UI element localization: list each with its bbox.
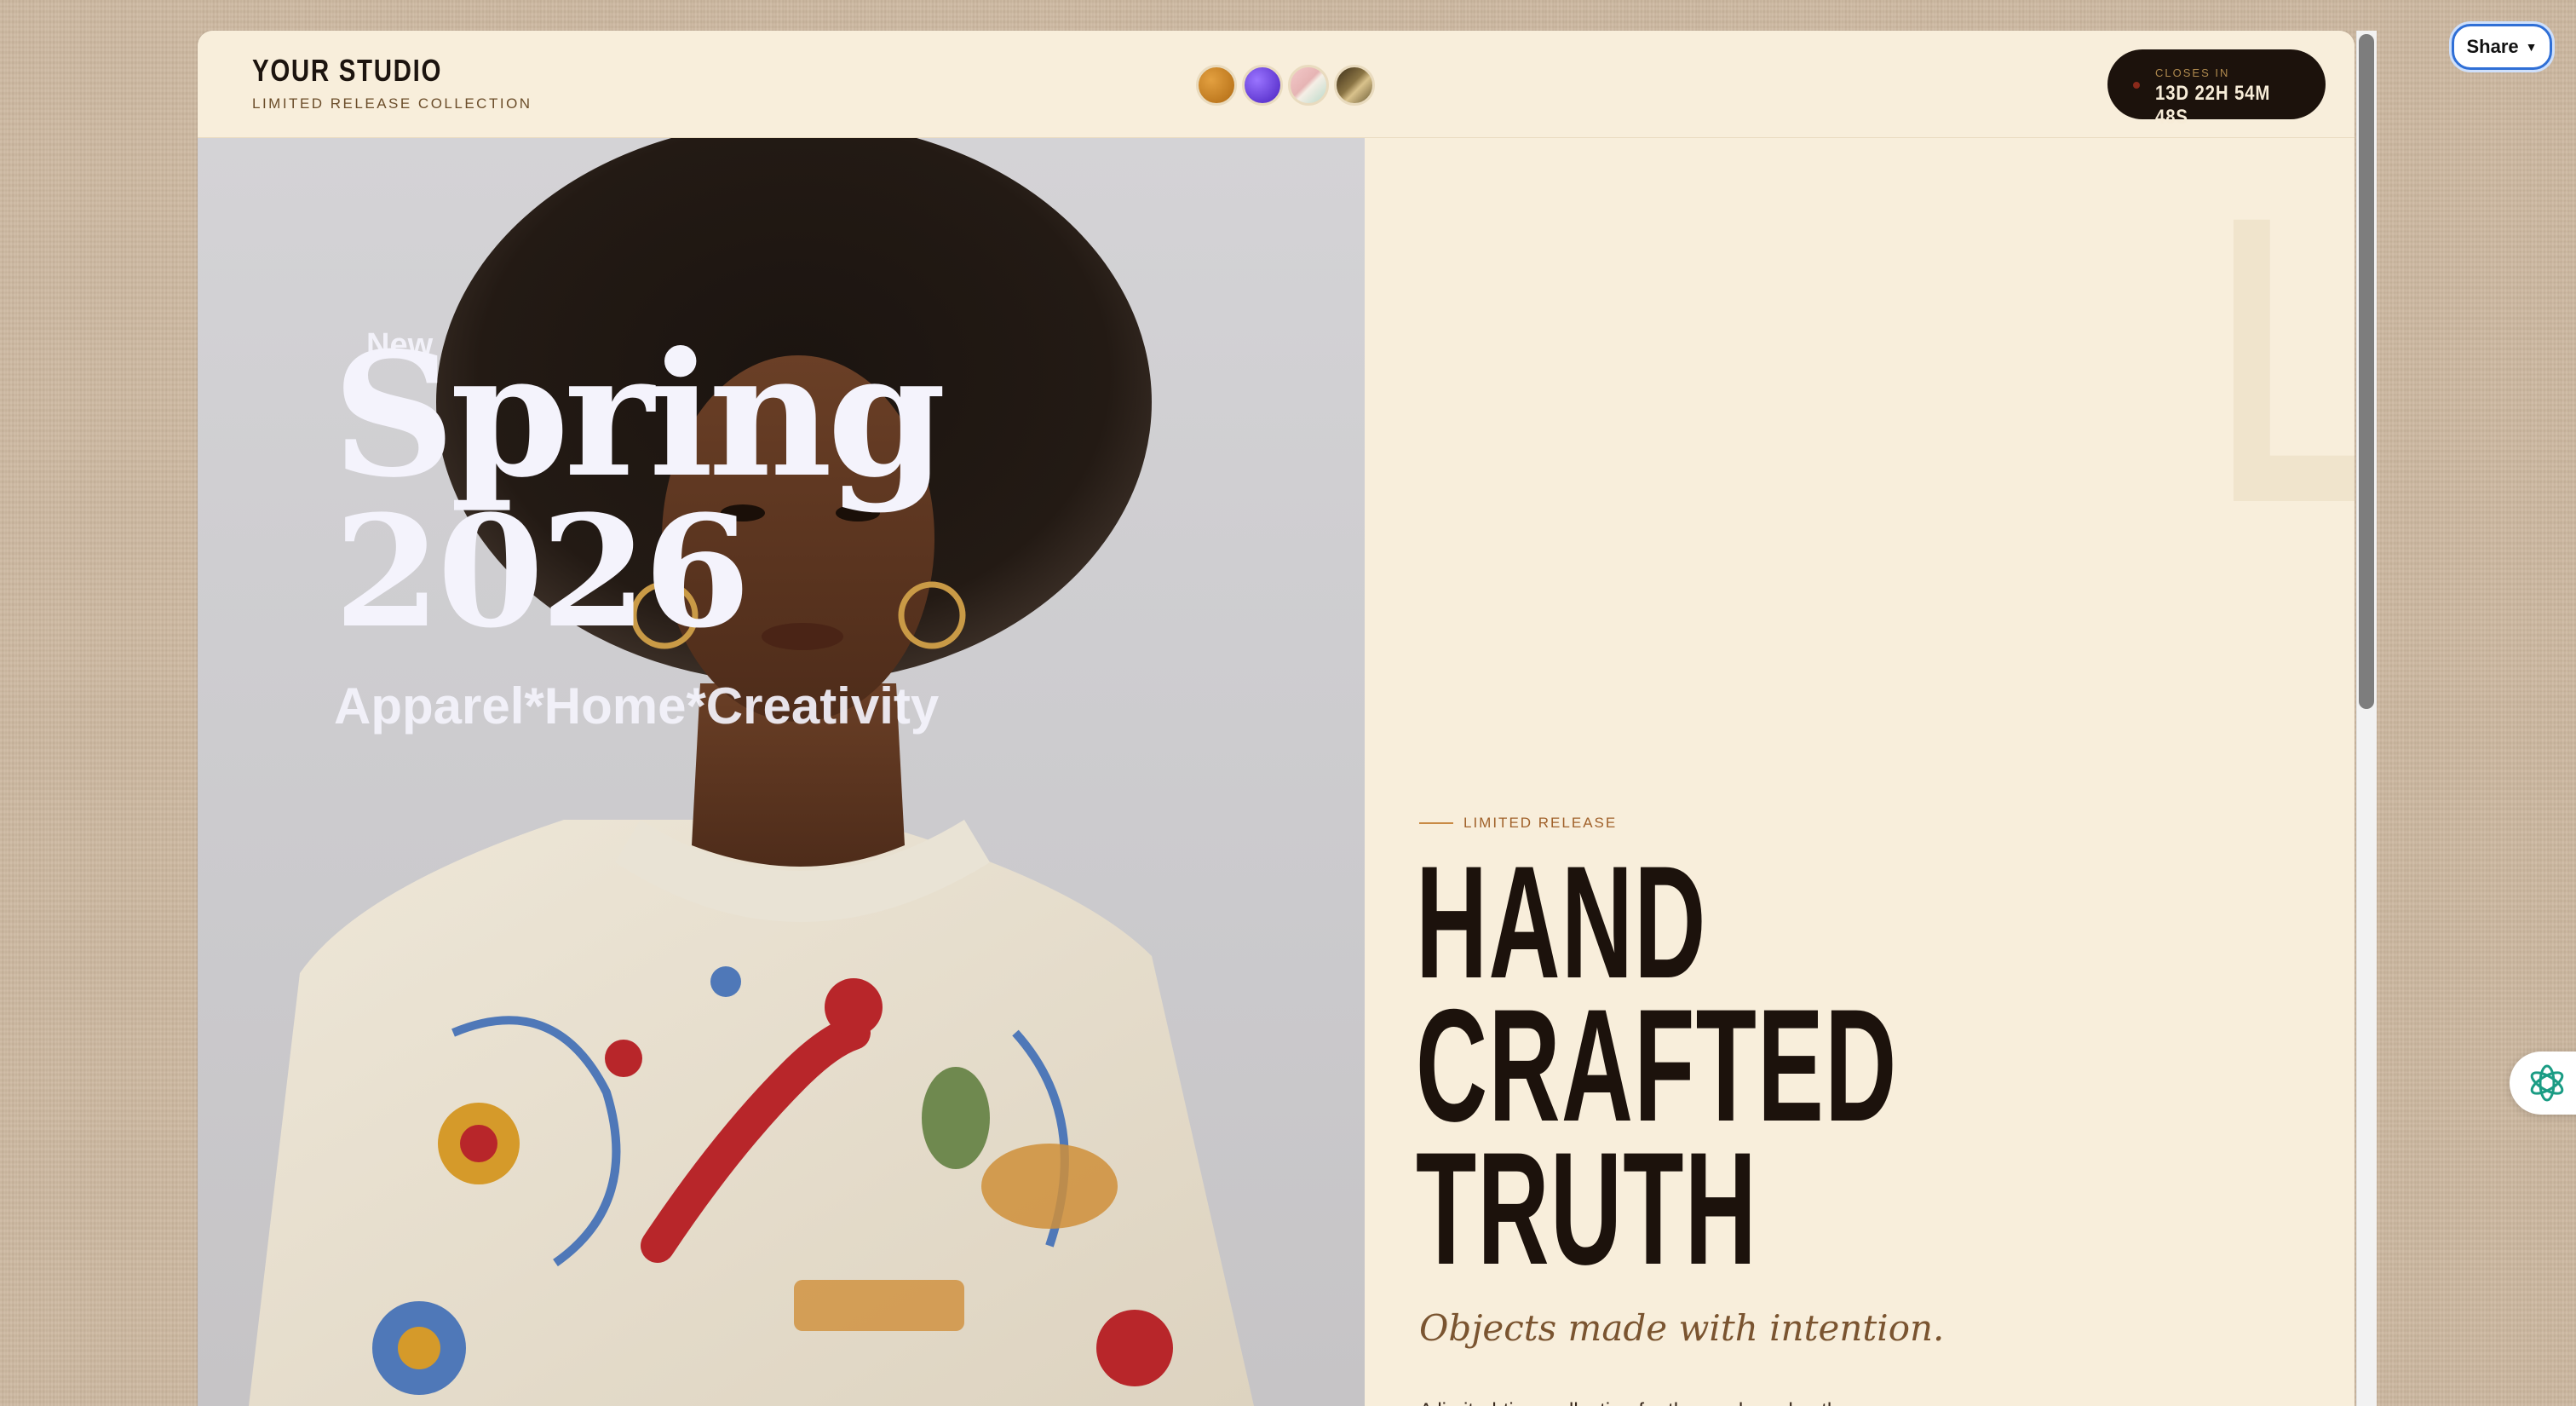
overlay-season: Spring: [332, 315, 946, 516]
scrollbar-thumb[interactable]: [2359, 34, 2374, 709]
headline-line-1: HAND: [1416, 833, 1707, 1011]
tagline: Objects made with intention.: [1419, 1307, 1945, 1349]
headline-line-3: TRUTH: [1416, 1119, 1758, 1298]
headline-line-2: CRAFTED: [1416, 976, 1898, 1155]
chevron-down-icon: ▼: [2525, 40, 2538, 54]
countdown-time: 13D 22H 54M 48S: [2155, 82, 2271, 129]
live-dot-icon: [2133, 82, 2140, 89]
hero-image: New Spring 2026 Apparel*Home*Creativity: [198, 138, 1365, 1406]
brand-subtitle: LIMITED RELEASE COLLECTION: [252, 95, 532, 112]
swatch-bronze[interactable]: [1334, 65, 1375, 106]
overlay-categories: Apparel*Home*Creativity: [334, 677, 940, 735]
site-header: YOUR STUDIO LIMITED RELEASE COLLECTION C…: [198, 31, 2355, 138]
assistant-button[interactable]: [2510, 1052, 2576, 1115]
swatch-blush[interactable]: [1288, 65, 1329, 106]
theme-swatches: [1196, 65, 1375, 106]
eyebrow-rule: [1419, 822, 1453, 824]
headline: HAND CRAFTED TRUTH: [1416, 833, 2193, 1298]
swatch-amber[interactable]: [1196, 65, 1237, 106]
ghost-background-text: LTD: [2217, 130, 2355, 588]
brand-title[interactable]: YOUR STUDIO: [252, 53, 442, 89]
overlay-year: 2026: [334, 482, 750, 662]
hero-content: LTD LIMITED RELEASE HAND CRAFTED TRUTH O…: [1365, 138, 2355, 1406]
eyebrow-label: LIMITED RELEASE: [1463, 815, 1618, 831]
share-button[interactable]: Share ▼: [2452, 24, 2552, 70]
page-frame: YOUR STUDIO LIMITED RELEASE COLLECTION C…: [198, 31, 2355, 1406]
countdown-timer: CLOSES IN 13D 22H 54M 48S: [2107, 49, 2326, 129]
description: A limited-time collection for those who …: [1419, 1399, 1850, 1406]
countdown-label: CLOSES IN: [2155, 66, 2230, 79]
assistant-icon: [2530, 1064, 2564, 1102]
swatch-violet[interactable]: [1242, 65, 1283, 106]
eyebrow: LIMITED RELEASE: [1419, 815, 1617, 832]
share-label: Share: [2466, 36, 2519, 57]
